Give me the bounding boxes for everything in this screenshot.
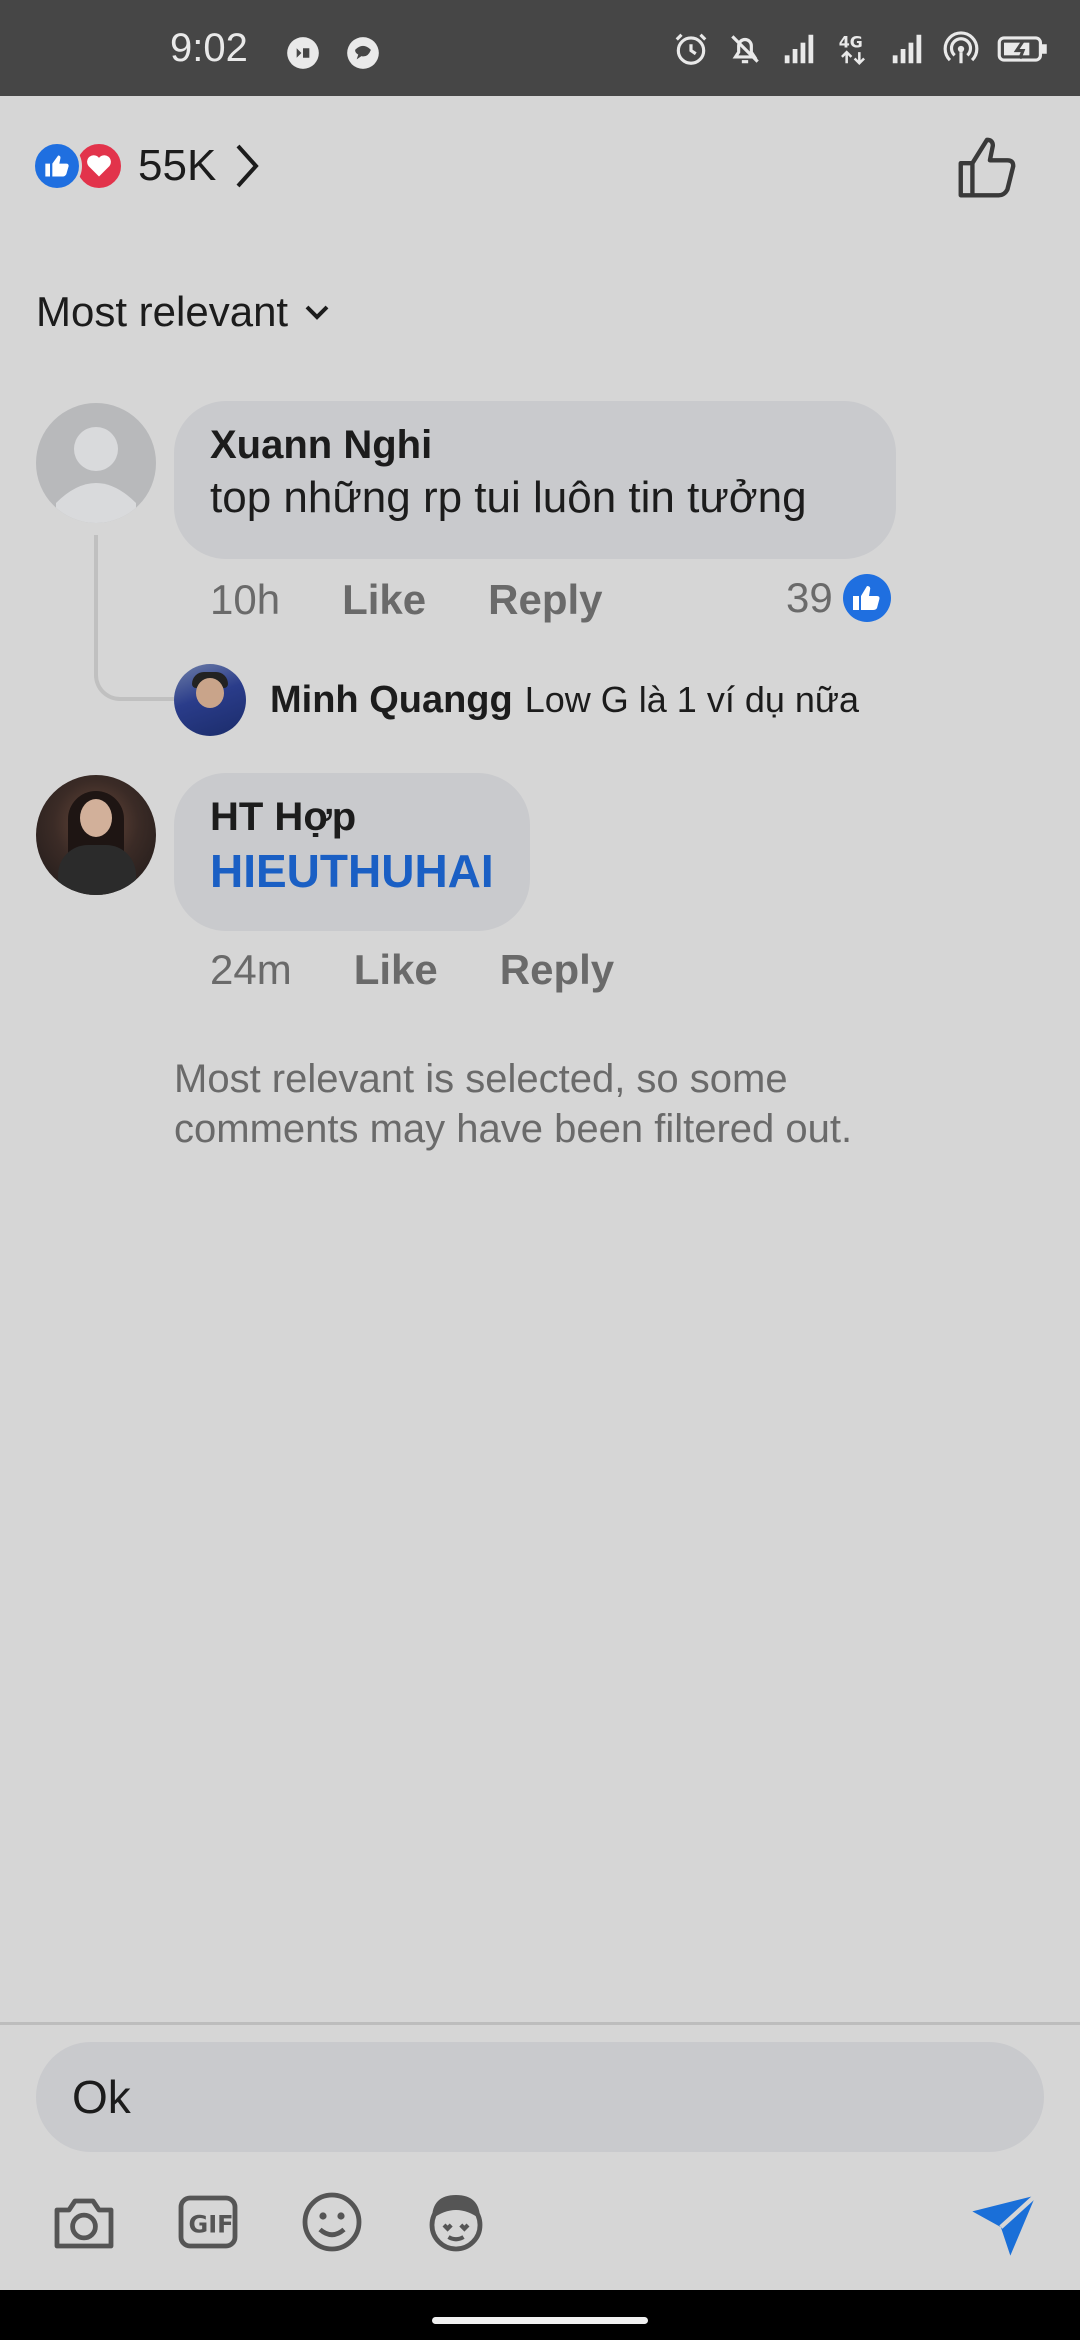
- like-button[interactable]: Like: [354, 946, 438, 994]
- emoji-icon[interactable]: [296, 2186, 368, 2258]
- tagged-profile-link[interactable]: HIEUTHUHAI: [210, 841, 494, 901]
- comment-time: 10h: [210, 576, 281, 623]
- navigation-bar: [0, 2290, 1080, 2340]
- comment-author[interactable]: HT Hợp: [210, 793, 494, 841]
- signal-icon: [892, 34, 922, 64]
- comment-actions: 24m Like Reply: [210, 946, 676, 994]
- avatar[interactable]: [36, 403, 156, 523]
- like-reaction-icon: [842, 574, 891, 622]
- svg-text:GIF: GIF: [189, 2211, 234, 2239]
- reply-button[interactable]: Reply: [488, 576, 602, 624]
- avatar[interactable]: [174, 664, 246, 736]
- thumbs-up-icon[interactable]: [952, 134, 1022, 204]
- like-count-value: 39: [786, 574, 833, 621]
- comment-actions: 10h Like Reply: [210, 576, 665, 624]
- hotspot-icon: [943, 31, 979, 64]
- comment-like-count[interactable]: 39: [786, 574, 891, 622]
- battery-charging-icon: [997, 36, 1047, 62]
- sort-label: Most relevant: [36, 288, 289, 335]
- like-button[interactable]: Like: [342, 576, 426, 624]
- status-bar: 9:02 4G: [0, 0, 1080, 96]
- divider: [0, 2022, 1080, 2025]
- chevron-right-icon: [236, 144, 259, 188]
- comment-input[interactable]: Ok: [36, 2042, 1044, 2152]
- gif-icon[interactable]: GIF: [172, 2186, 244, 2258]
- comment-time: 24m: [210, 946, 292, 993]
- like-reaction-icon: [32, 141, 82, 191]
- signal-icon: [784, 34, 814, 64]
- svg-text:4G: 4G: [839, 32, 863, 51]
- alarm-icon: [675, 33, 707, 65]
- reply-item[interactable]: Minh Quangg Low G là 1 ví dụ nữa: [174, 664, 859, 736]
- chevron-down-icon: [305, 305, 329, 320]
- chat-icon: [347, 37, 379, 69]
- reply-author[interactable]: Minh Quangg: [270, 679, 513, 722]
- filter-notice: Most relevant is selected, so some comme…: [174, 1057, 853, 1151]
- reply-text: Low G là 1 ví dụ nữa: [524, 679, 860, 720]
- reply-button[interactable]: Reply: [500, 946, 614, 994]
- comment-text: top những rp tui luôn tin tưởng: [210, 473, 807, 522]
- comment-author[interactable]: Xuann Nghi: [210, 421, 860, 469]
- avatar-sticker-icon[interactable]: [420, 2186, 492, 2258]
- sort-dropdown[interactable]: Most relevant: [36, 288, 330, 336]
- camera-icon[interactable]: [48, 2186, 120, 2258]
- status-time: 9:02: [170, 26, 248, 70]
- messenger-icon: [287, 37, 319, 69]
- notifications-off-icon: [731, 35, 759, 64]
- thread-connector: [94, 535, 174, 701]
- comment-bubble[interactable]: Xuann Nghi top những rp tui luôn tin tưở…: [174, 401, 896, 559]
- home-gesture-bar[interactable]: [432, 2317, 648, 2324]
- network-4g-icon: 4G: [839, 32, 865, 66]
- reactions-summary[interactable]: 55K: [32, 136, 262, 196]
- comment-bubble[interactable]: HT Hợp HIEUTHUHAI: [174, 773, 530, 931]
- send-icon[interactable]: [966, 2186, 1042, 2262]
- avatar[interactable]: [36, 775, 156, 895]
- reaction-count: 55K: [138, 141, 217, 190]
